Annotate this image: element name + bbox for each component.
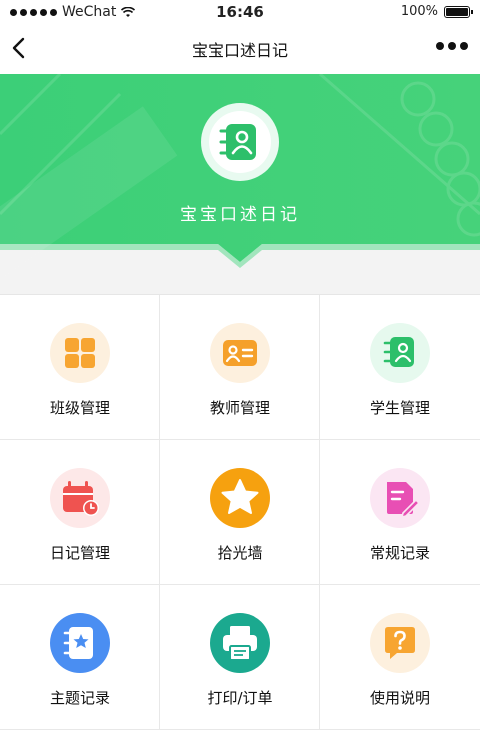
document-edit-icon (370, 468, 430, 528)
student-notebook-icon (370, 323, 430, 383)
printer-icon (210, 613, 270, 673)
menu-instructions[interactable]: 使用说明 (320, 585, 480, 730)
hero-title: 宝宝口述日记 (180, 205, 300, 225)
menu-label: 班级管理 (49, 399, 110, 417)
menu-label: 使用说明 (369, 689, 430, 707)
teacher-card-icon (210, 323, 270, 383)
battery-percent: 100% (400, 4, 438, 19)
battery-area: 100% (400, 4, 473, 19)
menu-label: 打印/订单 (207, 689, 273, 707)
menu-label: 常规记录 (369, 544, 430, 562)
battery-icon (444, 5, 473, 18)
more-options-icon[interactable] (436, 42, 468, 50)
menu-print-orders[interactable]: 打印/订单 (160, 585, 320, 730)
status-bar: WeChat 16:46 100% (0, 0, 480, 24)
menu-teacher-management[interactable]: 教师管理 (160, 295, 320, 440)
nav-bar: 宝宝口述日记 (0, 24, 480, 74)
menu-routine-records[interactable]: 常规记录 (320, 440, 480, 585)
question-bubble-icon (370, 613, 430, 673)
menu-time-wall[interactable]: 拾光墙 (160, 440, 320, 585)
menu-label: 主题记录 (49, 689, 110, 707)
menu-class-management[interactable]: 班级管理 (0, 295, 160, 440)
menu-label: 教师管理 (209, 399, 270, 417)
calendar-clock-icon (50, 468, 110, 528)
menu-label: 日记管理 (49, 544, 110, 562)
star-icon (210, 468, 270, 528)
menu-label: 学生管理 (369, 399, 430, 417)
menu-theme-records[interactable]: 主题记录 (0, 585, 160, 730)
menu-student-management[interactable]: 学生管理 (320, 295, 480, 440)
page-title: 宝宝口述日记 (191, 41, 288, 60)
menu-diary-management[interactable]: 日记管理 (0, 440, 160, 585)
class-grid-icon (50, 323, 110, 383)
hero-banner: 宝宝口述日记 (0, 74, 480, 294)
star-notebook-icon (50, 613, 110, 673)
menu-label: 拾光墙 (217, 544, 263, 562)
app-logo (201, 103, 279, 181)
menu-grid: 班级管理 教师管理 学生管理 日记管理 拾光墙 常规记录 主题记录 打印/订单 … (0, 294, 480, 730)
